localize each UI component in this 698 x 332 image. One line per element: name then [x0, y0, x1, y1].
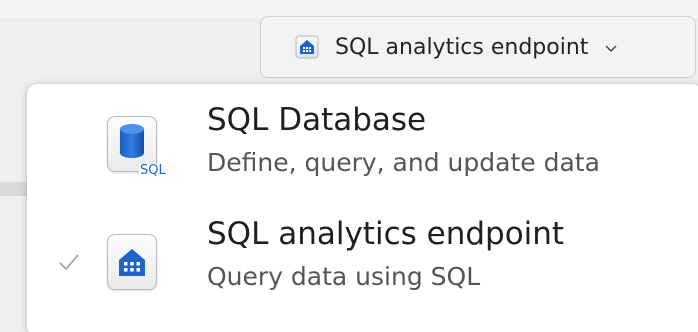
chevron-down-icon: [604, 40, 618, 54]
menu-item-title: SQL analytics endpoint: [207, 216, 565, 252]
menu-item-description: Query data using SQL: [207, 262, 481, 291]
checkmark-icon: [57, 250, 81, 274]
menu-item-sql-analytics-endpoint[interactable]: SQL analytics endpoint Query data using …: [27, 216, 698, 326]
app-stage: SQL analytics endpoint SQL SQL Database …: [0, 0, 698, 332]
endpoint-dropdown-menu: SQL SQL Database Define, query, and upda…: [27, 84, 698, 332]
menu-item-description: Define, query, and update data: [207, 148, 600, 177]
endpoint-switcher-button[interactable]: SQL analytics endpoint: [260, 16, 696, 78]
background-divider: [0, 182, 30, 196]
sql-badge: SQL: [139, 163, 167, 178]
switcher-label: SQL analytics endpoint: [335, 34, 589, 60]
warehouse-icon: [107, 234, 157, 290]
menu-item-sql-database[interactable]: SQL SQL Database Define, query, and upda…: [27, 102, 698, 212]
menu-item-title: SQL Database: [207, 102, 427, 138]
warehouse-icon: [295, 35, 319, 59]
